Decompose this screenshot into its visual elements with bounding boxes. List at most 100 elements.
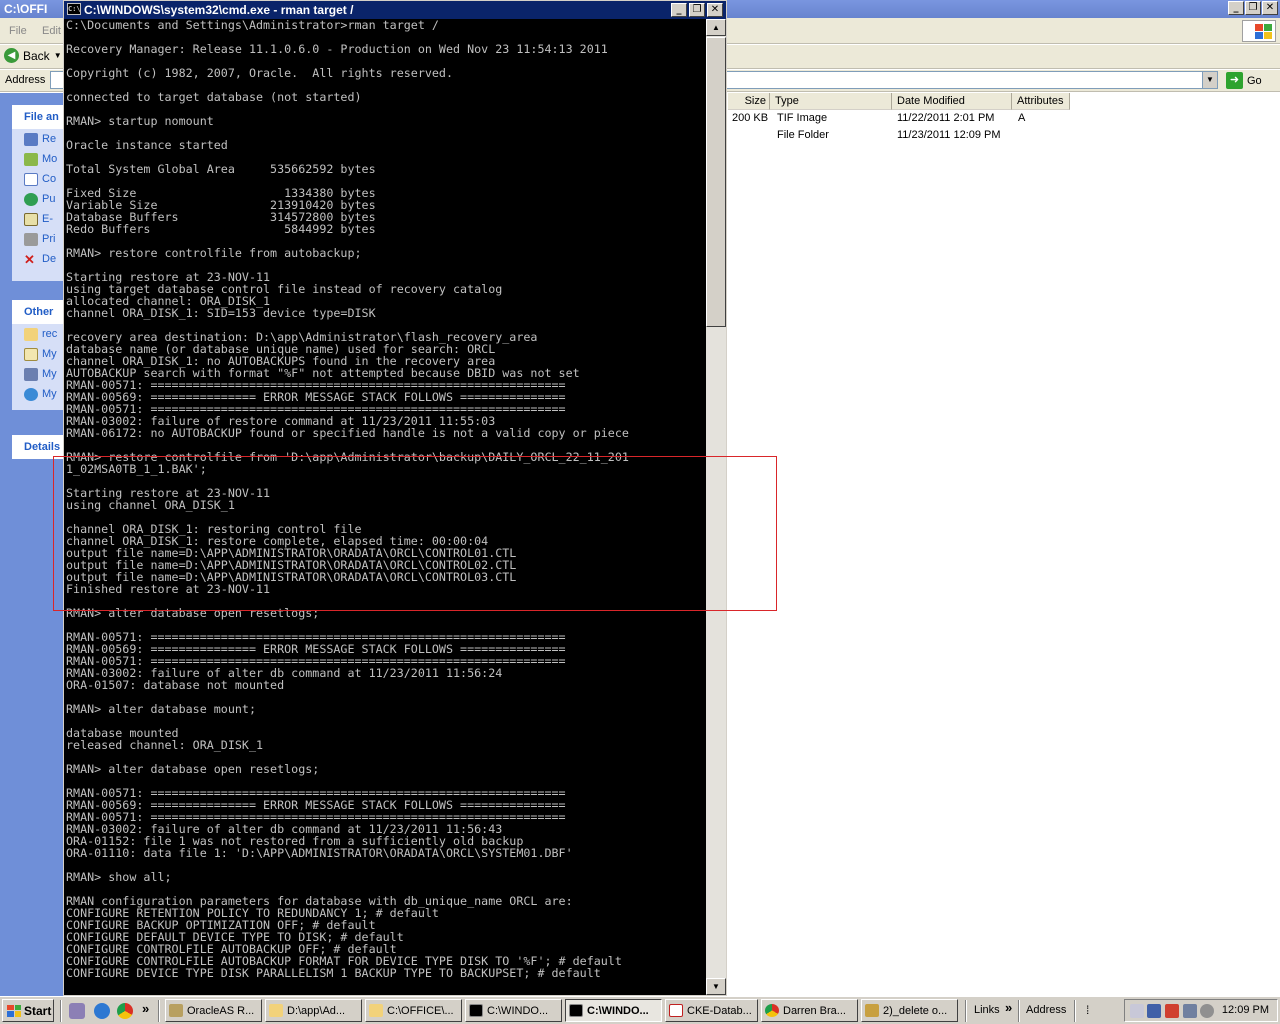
maximize-button[interactable]: ❐ xyxy=(1245,1,1261,15)
computer-icon xyxy=(24,367,38,381)
column-date-modified[interactable]: Date Modified xyxy=(892,93,1012,110)
move-icon xyxy=(24,152,38,166)
back-arrow-icon: ◀ xyxy=(4,48,19,63)
chrome-icon xyxy=(765,1004,779,1017)
cmd-titlebar[interactable]: C:\ C:\WINDOWS\system32\cmd.exe - rman t… xyxy=(64,1,726,19)
documents-icon xyxy=(24,347,38,361)
column-size[interactable]: Size xyxy=(728,93,770,110)
column-attributes[interactable]: Attributes xyxy=(1012,93,1070,110)
taskbar-button-cmd-1[interactable]: C:\WINDO... xyxy=(465,999,562,1022)
globe-icon xyxy=(24,192,38,206)
email-icon xyxy=(24,212,38,226)
other-places-heading[interactable]: Other xyxy=(12,300,64,324)
row2-date[interactable]: 11/23/2011 12:09 PM xyxy=(897,129,1001,141)
taskbar-grip-icon[interactable]: ⁞ xyxy=(1086,1003,1089,1017)
start-label: Start xyxy=(24,1003,52,1018)
task-email[interactable]: E- xyxy=(12,209,64,229)
system-clock[interactable]: 12:09 PM xyxy=(1222,1004,1269,1016)
tray-network-icon[interactable] xyxy=(1147,1004,1161,1018)
back-label: Back xyxy=(23,48,50,63)
file-tasks-heading[interactable]: File an xyxy=(12,105,64,129)
row1-attr[interactable]: A xyxy=(1018,112,1025,124)
menu-file[interactable]: File xyxy=(9,25,27,37)
start-button[interactable]: Start xyxy=(2,999,54,1022)
windows-flag-icon xyxy=(7,1004,21,1017)
go-label: Go xyxy=(1247,74,1262,87)
network-icon xyxy=(24,387,38,401)
folder-icon xyxy=(269,1004,283,1017)
taskbar-button-delete[interactable]: 2)_delete o... xyxy=(861,999,958,1022)
go-arrow-icon: ➜ xyxy=(1226,72,1243,89)
taskbar: Start » OracleAS R... D:\app\Ad... C:\OF… xyxy=(0,996,1280,1024)
taskbar-separator xyxy=(1074,1000,1076,1022)
maximize-button[interactable]: ❐ xyxy=(689,3,705,17)
quicklaunch-app-icon[interactable] xyxy=(69,1003,85,1019)
scroll-down-button[interactable]: ▼ xyxy=(706,978,726,995)
taskbar-separator xyxy=(158,1000,160,1022)
taskbar-separator xyxy=(60,1000,62,1022)
task-delete[interactable]: ✕ De xyxy=(12,249,64,269)
file-list: Size Type Date Modified Attributes 200 K… xyxy=(728,93,1280,996)
row2-type[interactable]: File Folder xyxy=(777,129,829,141)
taskbar-button-pdf[interactable]: CKE-Datab... xyxy=(665,999,758,1022)
explorer-title: C:\OFFI xyxy=(4,2,48,16)
console-icon: C:\ xyxy=(67,3,81,15)
links-toolbar[interactable]: Links xyxy=(974,1004,1000,1016)
task-move[interactable]: Mo xyxy=(12,149,64,169)
go-button[interactable]: ➜ Go xyxy=(1226,72,1262,89)
task-rename[interactable]: Re xyxy=(12,129,64,149)
taskbar-button-folder-office[interactable]: C:\OFFICE\... xyxy=(365,999,462,1022)
minimize-button[interactable]: _ xyxy=(671,3,687,17)
copy-icon xyxy=(24,172,38,186)
taskbar-button-chrome[interactable]: Darren Bra... xyxy=(761,999,858,1022)
delete-x-icon: ✕ xyxy=(24,251,35,267)
chrome-icon[interactable] xyxy=(117,1003,133,1019)
folder-icon xyxy=(24,327,38,341)
column-type[interactable]: Type xyxy=(770,93,892,110)
rename-icon xyxy=(24,132,38,146)
links-more-icon[interactable]: » xyxy=(1005,1000,1012,1015)
task-publish[interactable]: Pu xyxy=(12,189,64,209)
place-my-documents[interactable]: My xyxy=(12,344,64,364)
address-label: Address xyxy=(5,74,46,86)
task-copy[interactable]: Co xyxy=(12,169,64,189)
row1-type[interactable]: TIF Image xyxy=(777,112,827,124)
taskbar-button-folder-app[interactable]: D:\app\Ad... xyxy=(265,999,362,1022)
address-toolbar[interactable]: Address xyxy=(1026,1004,1066,1016)
other-places-panel: Other rec My My My xyxy=(12,300,64,410)
tray-clock-app-icon[interactable] xyxy=(1200,1004,1214,1018)
console-icon xyxy=(569,1004,583,1017)
system-tray: 12:09 PM xyxy=(1124,999,1278,1022)
taskbar-separator xyxy=(1018,1000,1020,1022)
scroll-thumb[interactable] xyxy=(706,37,726,327)
tray-security-icon[interactable] xyxy=(1165,1004,1179,1018)
internet-explorer-icon[interactable] xyxy=(94,1003,110,1019)
tray-app-icon[interactable] xyxy=(1130,1004,1144,1018)
back-button[interactable]: ◀ Back ▼ xyxy=(4,48,62,63)
pdf-icon xyxy=(669,1004,683,1017)
chevron-down-icon[interactable]: ▼ xyxy=(54,51,62,60)
place-folder[interactable]: rec xyxy=(12,324,64,344)
row1-date[interactable]: 11/22/2011 2:01 PM xyxy=(897,112,994,124)
close-button[interactable]: ✕ xyxy=(707,3,723,17)
highlight-annotation-box xyxy=(53,456,777,611)
address-dropdown-button[interactable]: ▼ xyxy=(1202,71,1218,89)
task-print[interactable]: Pri xyxy=(12,229,64,249)
app-icon xyxy=(169,1004,183,1017)
taskbar-button-cmd-2[interactable]: C:\WINDO... xyxy=(565,999,662,1022)
minimize-button[interactable]: _ xyxy=(1228,1,1244,15)
menu-edit[interactable]: Edit xyxy=(42,25,61,37)
taskbar-separator xyxy=(965,1000,967,1022)
tray-volume-icon[interactable] xyxy=(1183,1004,1197,1018)
row1-size[interactable]: 200 KB xyxy=(732,112,768,124)
quicklaunch-more-icon[interactable]: » xyxy=(142,1001,149,1016)
console-icon xyxy=(469,1004,483,1017)
folder-icon xyxy=(369,1004,383,1017)
place-my-computer[interactable]: My xyxy=(12,364,64,384)
close-button[interactable]: ✕ xyxy=(1262,1,1278,15)
cmd-title: C:\WINDOWS\system32\cmd.exe - rman targe… xyxy=(84,3,354,17)
file-tasks-panel: File an Re Mo Co Pu E- Pri ✕ De xyxy=(12,105,64,281)
place-my-network[interactable]: My xyxy=(12,384,64,404)
scroll-up-button[interactable]: ▲ xyxy=(706,19,726,36)
taskbar-button-oracleas[interactable]: OracleAS R... xyxy=(165,999,262,1022)
